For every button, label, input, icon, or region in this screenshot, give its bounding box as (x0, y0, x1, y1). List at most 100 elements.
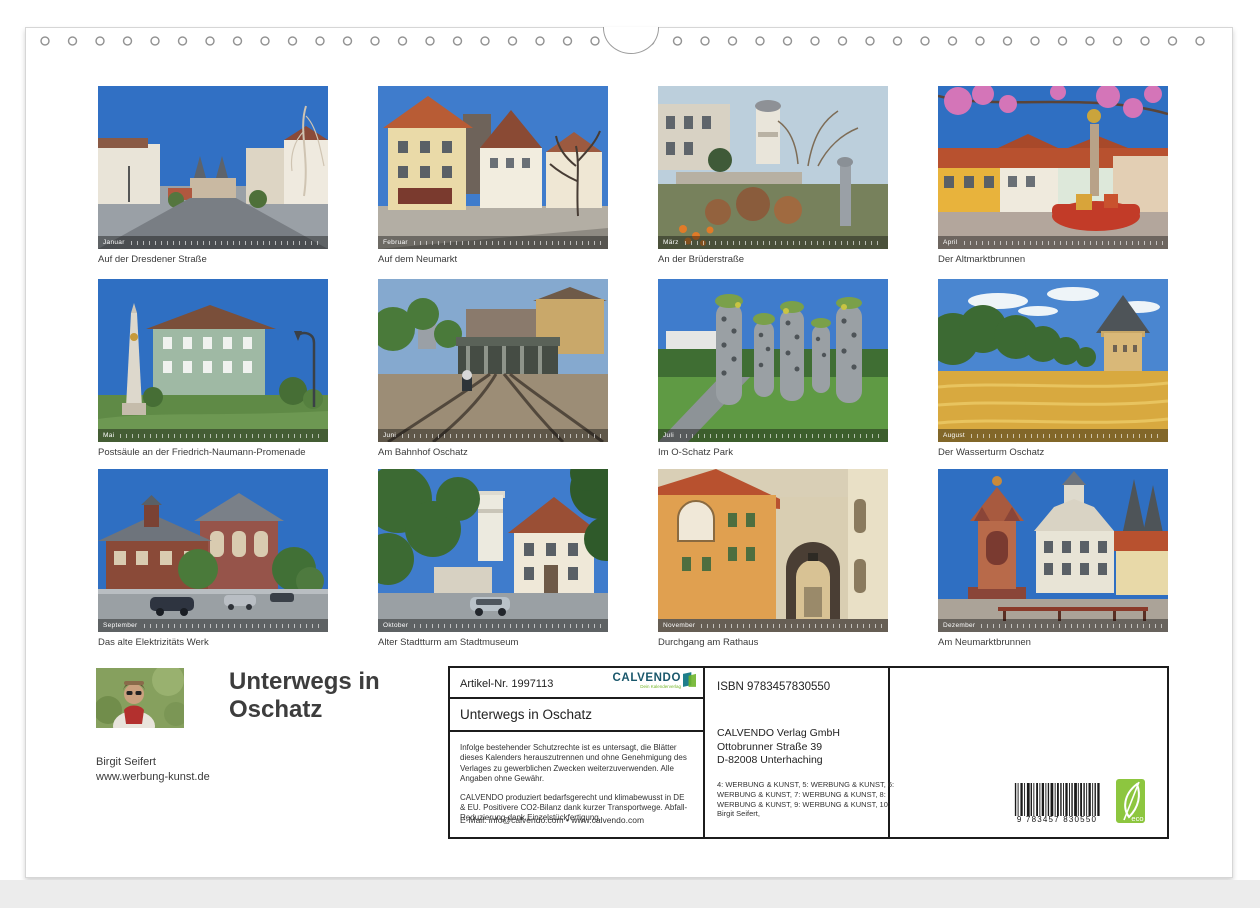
month-label: März (663, 239, 679, 246)
month-strip: Mai (98, 429, 328, 442)
photo-october-image: Oktober (378, 469, 608, 632)
author-photo (96, 668, 184, 728)
photo-caption: Der Altmarktbrunnen (938, 254, 1168, 265)
photo-march-image: März (658, 86, 888, 249)
info-calendar-title: Unterwegs in Oschatz (450, 699, 703, 732)
month-strip: April (938, 236, 1168, 249)
day-numbers (971, 434, 1163, 438)
legal-text-block: Infolge bestehender Schutzrechte ist es … (450, 732, 703, 835)
calendar-title: Unterwegs in Oschatz (229, 668, 469, 724)
keyword-list: 4: WERBUNG & KUNST, 5: WERBUNG & KUNST, … (717, 780, 919, 819)
day-numbers (144, 624, 324, 628)
keywords-author: Birgit Seifert, (717, 809, 919, 819)
author-name: Birgit Seifert (96, 755, 210, 770)
calvendo-wordmark: CALVENDO (613, 672, 681, 685)
info-middle-column: ISBN 9783457830550 CALVENDO Verlag GmbH … (703, 668, 888, 837)
day-numbers (685, 241, 883, 245)
month-strip: Februar (378, 236, 608, 249)
calvendo-flag-icon (683, 672, 696, 687)
publisher-name: CALVENDO Verlag GmbH (717, 727, 840, 741)
month-strip: August (938, 429, 1168, 442)
photo-june-image: Juni (378, 279, 608, 442)
contact-line: E-Mail: info@calvendo.com • www.calvendo… (460, 815, 644, 826)
photo-april-image: April (938, 86, 1168, 249)
day-numbers (414, 241, 603, 245)
calendar-photo-march: März An der Brüderstraße (658, 86, 888, 265)
month-strip: Dezember (938, 619, 1168, 632)
calendar-photo-december: Dezember Am Neumarktbrunnen (938, 469, 1168, 648)
photo-february-image: Februar (378, 86, 608, 249)
calendar-photo-may: Mai Postsäule an der Friedrich-Naumann-P… (98, 279, 328, 458)
day-numbers (680, 434, 883, 438)
month-label: Februar (383, 239, 408, 246)
day-numbers (964, 241, 1163, 245)
ean-barcode: 9 783457 830550 (1013, 783, 1101, 825)
photo-caption: Am Neumarktbrunnen (938, 637, 1168, 648)
calendar-photo-january: Januar Auf der Dresdener Straße (98, 86, 328, 265)
publisher-street: Ottobrunner Straße 39 (717, 741, 840, 755)
day-numbers (402, 434, 603, 438)
photo-caption: Postsäule an der Friedrich-Naumann-Prome… (98, 447, 328, 458)
calendar-back-page: Januar Auf der Dresdener Straße (25, 27, 1233, 878)
author-website: www.werbung-kunst.de (96, 770, 210, 785)
month-label: Oktober (383, 622, 408, 629)
photo-caption: Alter Stadtturm am Stadtmuseum (378, 637, 608, 648)
photo-september-image: September (98, 469, 328, 632)
background-surface (0, 880, 1260, 908)
month-label: Dezember (943, 622, 975, 629)
photo-caption: Der Wasserturm Oschatz (938, 447, 1168, 458)
day-numbers (701, 624, 883, 628)
keywords: 4: WERBUNG & KUNST, 5: WERBUNG & KUNST, … (717, 780, 894, 809)
photo-may-image: Mai (98, 279, 328, 442)
info-header-row: Artikel-Nr. 1997113 CALVENDO Dein Kalend… (450, 668, 703, 699)
info-right-column: 9 783457 830550 eco (888, 668, 1171, 837)
calendar-photo-june: Juni Am Bahnhof Oschatz (378, 279, 608, 458)
photo-november-image: November (658, 469, 888, 632)
photo-august-image: August (938, 279, 1168, 442)
calendar-photo-september: September Das alte Elektrizitäts Werk (98, 469, 328, 648)
month-label: April (943, 239, 958, 246)
photo-caption: Am Bahnhof Oschatz (378, 447, 608, 458)
month-label: September (103, 622, 138, 629)
day-numbers (414, 624, 603, 628)
isbn-number: ISBN 9783457830550 (717, 681, 830, 693)
publisher-city: D-82008 Unterhaching (717, 754, 840, 768)
month-label: August (943, 432, 965, 439)
month-strip: September (98, 619, 328, 632)
photo-caption: An der Brüderstraße (658, 254, 888, 265)
month-label: Juni (383, 432, 396, 439)
photo-caption: Durchgang am Rathaus (658, 637, 888, 648)
info-left-column: Artikel-Nr. 1997113 CALVENDO Dein Kalend… (450, 668, 703, 837)
photo-july-image: Juli (658, 279, 888, 442)
photo-january-image: Januar (98, 86, 328, 249)
month-strip: Oktober (378, 619, 608, 632)
day-numbers (131, 241, 323, 245)
product-info-box: Artikel-Nr. 1997113 CALVENDO Dein Kalend… (448, 666, 1169, 839)
calendar-photo-july: Juli Im O-Schatz Park (658, 279, 888, 458)
hanger-hole (603, 27, 659, 54)
article-number: Artikel-Nr. 1997113 (460, 678, 553, 690)
calvendo-logo: CALVENDO Dein Kalenderverlag (613, 672, 696, 690)
eco-label: eco (1131, 814, 1143, 823)
month-label: November (663, 622, 695, 629)
photo-caption: Auf der Dresdener Straße (98, 254, 328, 265)
month-strip: Juli (658, 429, 888, 442)
calvendo-tagline: Dein Kalenderverlag (613, 685, 681, 690)
calendar-photo-october: Oktober Alter Stadtturm am Stadtmuseum (378, 469, 608, 648)
barcode-bars (1013, 783, 1101, 816)
photo-caption: Im O-Schatz Park (658, 447, 888, 458)
month-label: Juli (663, 432, 674, 439)
calendar-photo-november: November Durchgang am Rathaus (658, 469, 888, 648)
photo-caption: Das alte Elektrizitäts Werk (98, 637, 328, 648)
month-strip: November (658, 619, 888, 632)
eco-badge: eco (1116, 779, 1145, 823)
publisher-address: CALVENDO Verlag GmbH Ottobrunner Straße … (717, 727, 840, 768)
legal-paragraph-1: Infolge bestehender Schutzrechte ist es … (460, 743, 689, 785)
photo-caption: Auf dem Neumarkt (378, 254, 608, 265)
calendar-photo-april: April Der Altmarktbrunnen (938, 86, 1168, 265)
month-label: Mai (103, 432, 114, 439)
month-strip: März (658, 236, 888, 249)
calendar-photo-february: Februar Auf dem Neumarkt (378, 86, 608, 265)
day-numbers (120, 434, 323, 438)
month-label: Januar (103, 239, 125, 246)
